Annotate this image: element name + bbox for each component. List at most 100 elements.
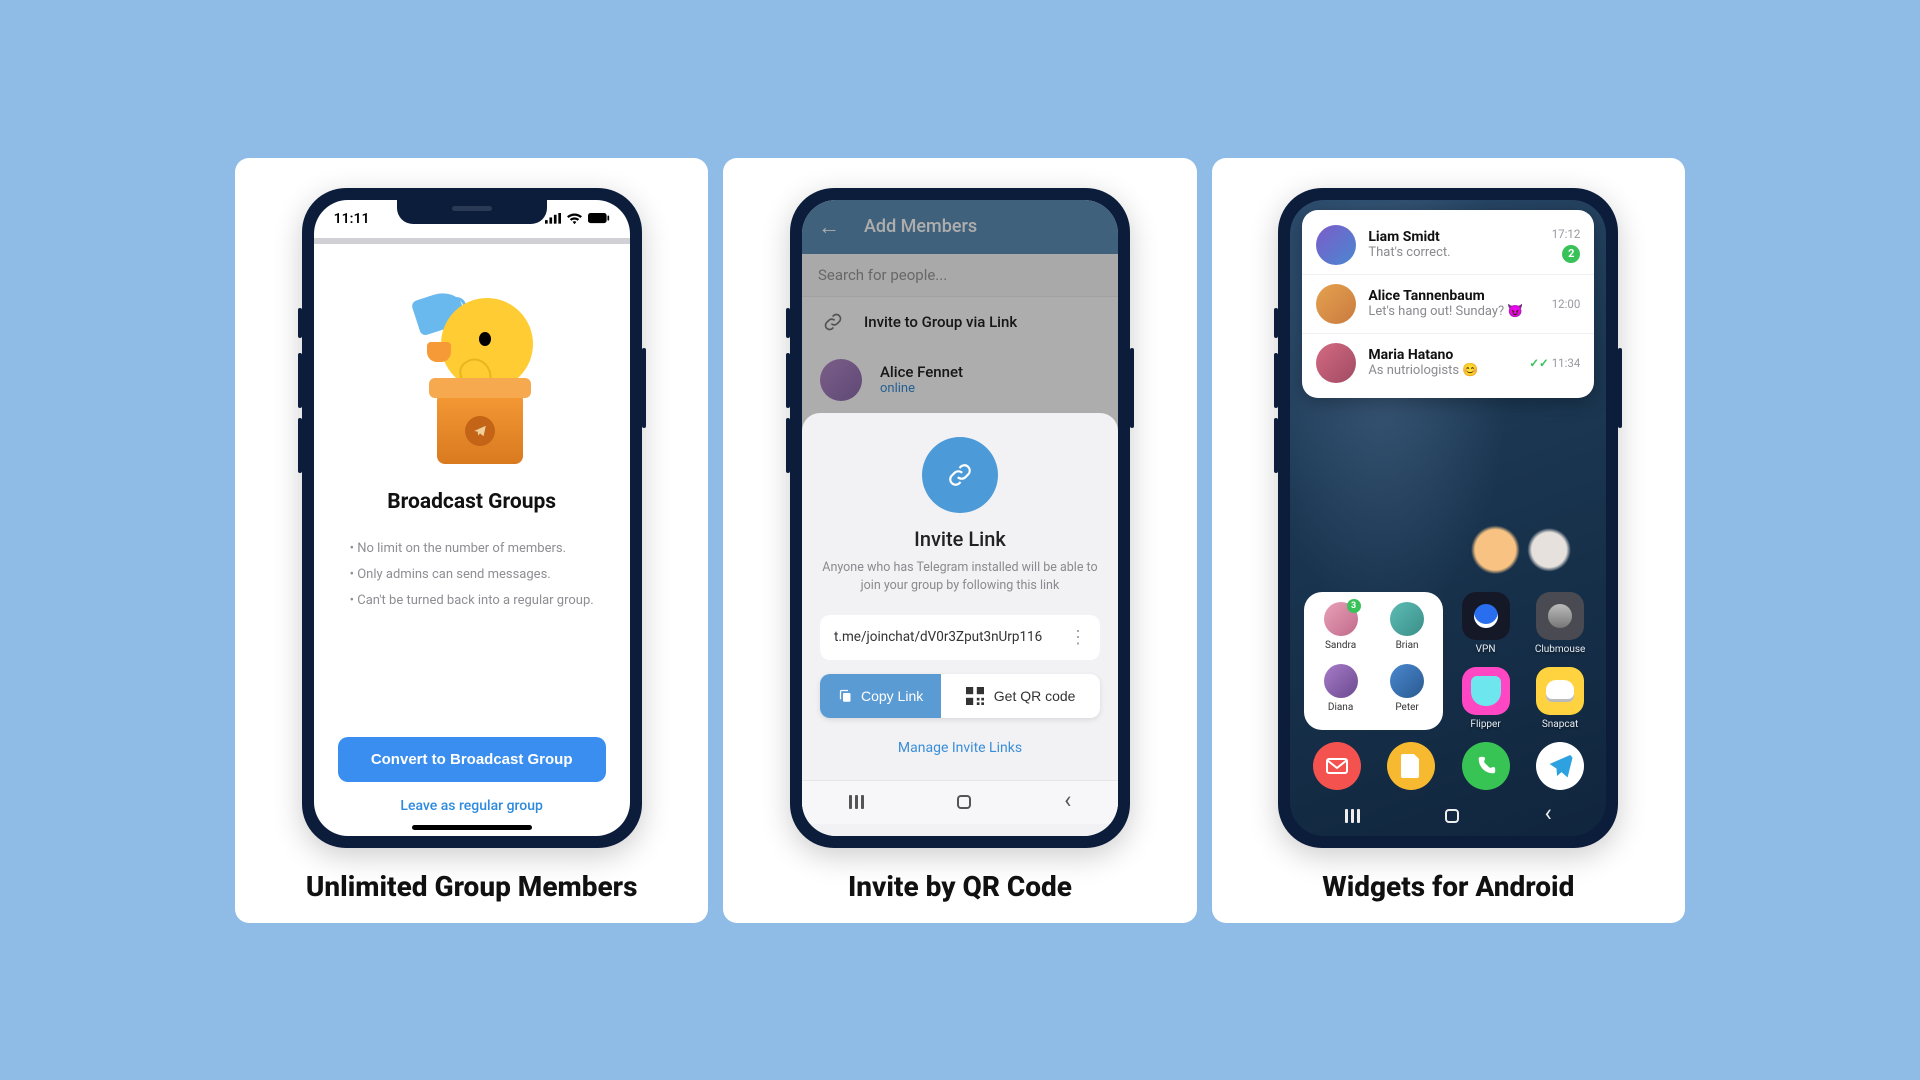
avatar [1316,343,1356,383]
phone-frame: Liam Smidt That's correct. 17:12 2 Alice… [1278,188,1618,848]
link-icon [820,309,846,335]
bullet-item: Can't be turned back into a regular grou… [350,588,594,614]
contact-shortcut[interactable]: Sandra [1310,602,1371,658]
invite-via-link-row[interactable]: Invite to Group via Link [802,297,1118,347]
nav-back-icon[interactable] [1544,806,1551,825]
signal-icon [545,213,561,224]
copy-link-button[interactable]: Copy Link [820,674,941,718]
chat-name: Alice Tannenbaum [1368,288,1539,304]
app-snapcat[interactable]: Snapcat [1528,667,1593,730]
contacts-widget[interactable]: Sandra Brian Diana Peter [1304,592,1443,730]
panel-invite-qr: ← Add Members Search for people... Invit… [723,158,1196,923]
chat-time: 17:12 [1552,227,1581,241]
nav-recents-icon[interactable] [1345,809,1360,823]
avatar [1390,664,1424,698]
search-people-input[interactable]: Search for people... [802,254,1118,297]
telegram-icon [473,424,487,438]
contact-status: online [880,381,963,396]
dock-phone[interactable] [1453,742,1518,790]
chat-preview: Let's hang out! Sunday? 😈 [1368,304,1539,319]
sheet-title: Invite Link [914,527,1006,551]
leave-regular-link[interactable]: Leave as regular group [400,798,542,814]
dock-telegram[interactable] [1528,742,1593,790]
clubmouse-icon [1536,592,1584,640]
app-flipper[interactable]: Flipper [1453,667,1518,730]
invite-link-field[interactable]: t.me/joinchat/dV0r3Zput3nUrp116 ⋮ [820,615,1100,660]
nav-recents-icon[interactable] [849,795,864,809]
copy-icon [838,688,853,703]
manage-invite-links[interactable]: Manage Invite Links [898,740,1022,756]
avatar [1390,602,1424,636]
app-vpn[interactable]: VPN [1453,592,1518,655]
chat-widget-row[interactable]: Liam Smidt That's correct. 17:12 2 [1302,216,1594,275]
app-label: Flipper [1470,719,1500,730]
app-clubmouse[interactable]: Clubmouse [1528,592,1593,655]
convert-broadcast-button[interactable]: Convert to Broadcast Group [338,737,606,782]
contact-label: Brian [1396,640,1419,651]
broadcast-title: Broadcast Groups [387,490,556,514]
invite-link-value: t.me/joinchat/dV0r3Zput3nUrp116 [834,629,1042,645]
telegram-icon [1536,742,1584,790]
contact-row[interactable]: Alice Fennet online [802,347,1118,413]
dock-files[interactable] [1379,742,1444,790]
chat-name: Maria Hatano [1368,347,1517,363]
invite-link-icon [922,437,998,513]
avatar [1324,602,1358,636]
bullet-item: No limit on the number of members. [350,536,594,562]
invite-via-link-label: Invite to Group via Link [864,313,1017,331]
broadcast-duck-illustration [407,284,537,464]
qr-icon [966,687,984,705]
add-members-header: ← Add Members [802,200,1118,254]
status-time: 11:11 [334,211,370,227]
panel-caption: Invite by QR Code [848,870,1072,903]
chat-widget-row[interactable]: Alice Tannenbaum Let's hang out! Sunday?… [1302,275,1594,334]
chat-name: Liam Smidt [1368,229,1539,245]
chat-preview: That's correct. [1368,245,1539,260]
header-title: Add Members [864,216,977,237]
back-arrow-icon[interactable]: ← [818,214,840,240]
read-checks-icon: ✓✓ [1529,356,1548,370]
phone-icon [1462,742,1510,790]
dock-mail[interactable] [1304,742,1369,790]
contact-label: Sandra [1325,640,1356,651]
chats-widget[interactable]: Liam Smidt That's correct. 17:12 2 Alice… [1302,210,1594,398]
contact-label: Diana [1328,702,1353,713]
phone-notch [397,200,547,224]
vpn-icon [1462,592,1510,640]
contact-shortcut[interactable]: Diana [1310,664,1371,720]
invite-link-more-icon[interactable]: ⋮ [1061,627,1094,648]
app-label: Clubmouse [1535,644,1586,655]
chat-widget-row[interactable]: Maria Hatano As nutriologists 😊 ✓✓11:34 [1302,334,1594,392]
flipper-icon [1462,667,1510,715]
panel-caption: Widgets for Android [1322,870,1574,903]
unread-badge: 2 [1562,245,1580,263]
wifi-icon [567,213,582,224]
avatar [1316,225,1356,265]
app-label: VPN [1476,644,1496,655]
bullet-item: Only admins can send messages. [350,562,594,588]
nav-home-icon[interactable] [957,795,971,809]
get-qr-label: Get QR code [994,688,1076,704]
contact-shortcut[interactable]: Peter [1377,664,1438,720]
panel-unlimited-members: 11:11 Broadcast Groups [235,158,708,923]
phone-frame: 11:11 Broadcast Groups [302,188,642,848]
contact-label: Peter [1395,702,1419,713]
app-label: Snapcat [1542,719,1578,730]
nav-home-icon[interactable] [1445,809,1459,823]
copy-link-label: Copy Link [861,688,923,704]
avatar [820,359,862,401]
battery-icon [588,213,610,223]
nav-back-icon[interactable] [1064,793,1071,812]
invite-link-sheet: Invite Link Anyone who has Telegram inst… [802,413,1118,836]
chat-time: ✓✓11:34 [1529,356,1580,370]
chat-preview: As nutriologists 😊 [1368,363,1517,378]
files-icon [1387,742,1435,790]
phone-frame: ← Add Members Search for people... Invit… [790,188,1130,848]
home-indicator[interactable] [412,825,532,830]
contact-shortcut[interactable]: Brian [1377,602,1438,658]
panel-caption: Unlimited Group Members [306,870,638,903]
broadcast-bullets: No limit on the number of members. Only … [350,536,594,614]
chat-time: 12:00 [1552,297,1581,311]
snapcat-icon [1536,667,1584,715]
get-qr-button[interactable]: Get QR code [941,674,1100,718]
